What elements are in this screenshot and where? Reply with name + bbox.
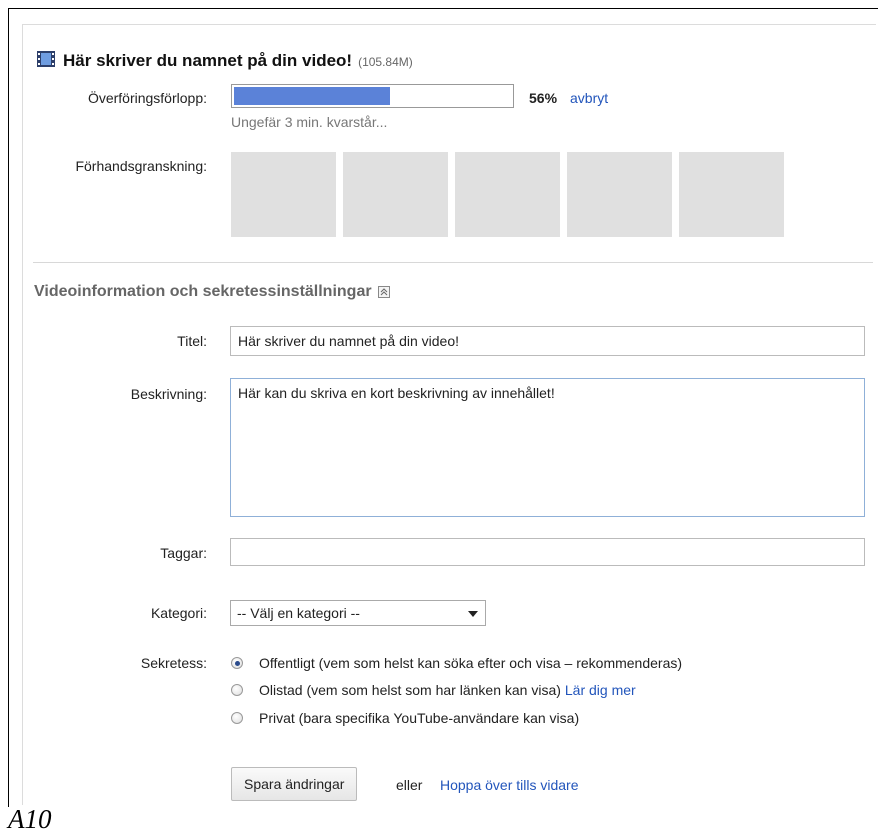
learn-more-link[interactable]: Lär dig mer [565, 682, 636, 698]
title-input[interactable] [230, 326, 865, 356]
upload-progress-bar [231, 84, 514, 108]
preview-thumbnail [679, 152, 784, 237]
privacy-public-label: Offentligt (vem som helst kan söka efter… [259, 655, 683, 671]
chevron-down-icon [468, 611, 478, 617]
category-value: -- Välj en kategori -- [237, 605, 360, 621]
tags-label: Taggar: [160, 545, 207, 561]
cancel-upload-link[interactable]: avbryt [570, 90, 608, 106]
preview-thumbnail [567, 152, 672, 237]
description-label: Beskrivning: [130, 386, 207, 402]
video-header: Här skriver du namnet på din video! (105… [37, 48, 413, 71]
or-text: eller [396, 777, 423, 793]
privacy-option-unlisted[interactable]: Olistad (vem som helst som har länken ka… [231, 682, 636, 698]
collapse-icon[interactable] [377, 286, 390, 298]
title-label: Titel: [177, 333, 207, 349]
save-changes-button[interactable]: Spara ändringar [231, 767, 358, 801]
preview-label: Förhandsgranskning: [75, 158, 207, 174]
category-label: Kategori: [150, 605, 207, 621]
privacy-label: Sekretess: [140, 655, 207, 671]
radio-private[interactable] [231, 712, 243, 724]
privacy-option-public[interactable]: Offentligt (vem som helst kan söka efter… [231, 655, 682, 671]
radio-public[interactable] [231, 657, 243, 669]
time-remaining: Ungefär 3 min. kvarstår... [231, 114, 388, 130]
radio-unlisted[interactable] [231, 684, 243, 696]
category-select[interactable]: -- Välj en kategori -- [230, 600, 486, 626]
file-size: (105.84M) [358, 55, 413, 69]
progress-percent: 56% [529, 90, 558, 106]
figure-caption: A10 [8, 804, 52, 834]
preview-thumbnail [231, 152, 336, 237]
section-title: Videoinformation och sekretessinställnin… [34, 283, 372, 300]
progress-label: Överföringsförlopp: [87, 90, 207, 106]
description-textarea[interactable]: Här kan du skriva en kort beskrivning av… [230, 378, 865, 517]
preview-thumbnails [231, 152, 784, 237]
progress-fill [234, 87, 390, 105]
film-icon [37, 51, 55, 67]
section-header: Videoinformation och sekretessinställnin… [34, 283, 390, 301]
privacy-unlisted-label: Olistad (vem som helst som har länken ka… [259, 682, 561, 698]
preview-thumbnail [455, 152, 560, 237]
privacy-option-private[interactable]: Privat (bara specifika YouTube-användare… [231, 710, 579, 726]
video-title: Här skriver du namnet på din video! [63, 51, 353, 70]
preview-thumbnail [343, 152, 448, 237]
skip-link[interactable]: Hoppa över tills vidare [440, 777, 579, 793]
privacy-private-label: Privat (bara specifika YouTube-användare… [259, 710, 580, 726]
section-divider [33, 262, 873, 263]
tags-input[interactable] [230, 538, 865, 566]
